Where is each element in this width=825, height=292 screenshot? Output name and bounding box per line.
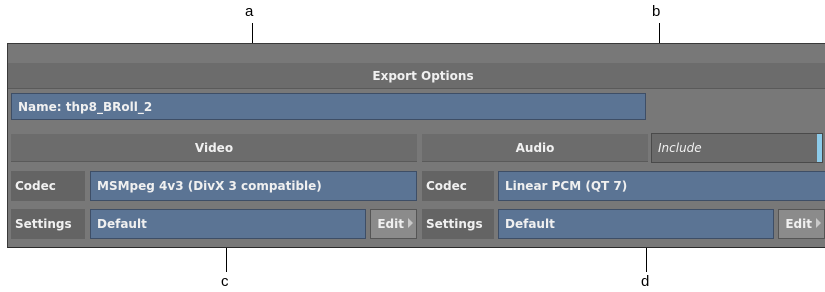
audio-edit-button[interactable]: Edit — [778, 209, 825, 239]
name-field[interactable]: Name: thp8_BRoll_2 — [11, 93, 646, 120]
audio-include-toggle[interactable]: Include — [651, 133, 823, 163]
audio-settings-label: Settings — [422, 209, 494, 239]
include-indicator — [817, 134, 822, 162]
video-edit-label: Edit — [377, 217, 404, 231]
callout-b: b — [652, 3, 661, 20]
video-codec-label: Codec — [11, 171, 85, 201]
audio-edit-label: Edit — [785, 217, 812, 231]
include-label: Include — [658, 141, 702, 155]
video-edit-button[interactable]: Edit — [370, 209, 417, 239]
edit-arrow-icon — [408, 218, 413, 228]
callout-c: c — [221, 273, 229, 290]
video-header: Video — [11, 134, 417, 162]
audio-codec-label: Codec — [422, 171, 494, 201]
export-options-title: Export Options — [8, 63, 825, 89]
audio-settings-field[interactable]: Default — [498, 209, 774, 239]
callout-d: d — [641, 273, 650, 290]
audio-codec-field[interactable]: Linear PCM (QT 7) — [498, 171, 825, 201]
video-settings-field[interactable]: Default — [90, 209, 366, 239]
edit-arrow-icon — [816, 218, 821, 228]
audio-header: Audio — [422, 134, 648, 162]
video-settings-label: Settings — [11, 209, 85, 239]
export-options-panel: Export Options Name: thp8_BRoll_2 Video … — [7, 43, 825, 248]
video-codec-field[interactable]: MSMpeg 4v3 (DivX 3 compatible) — [90, 171, 417, 201]
callout-a: a — [245, 3, 254, 20]
